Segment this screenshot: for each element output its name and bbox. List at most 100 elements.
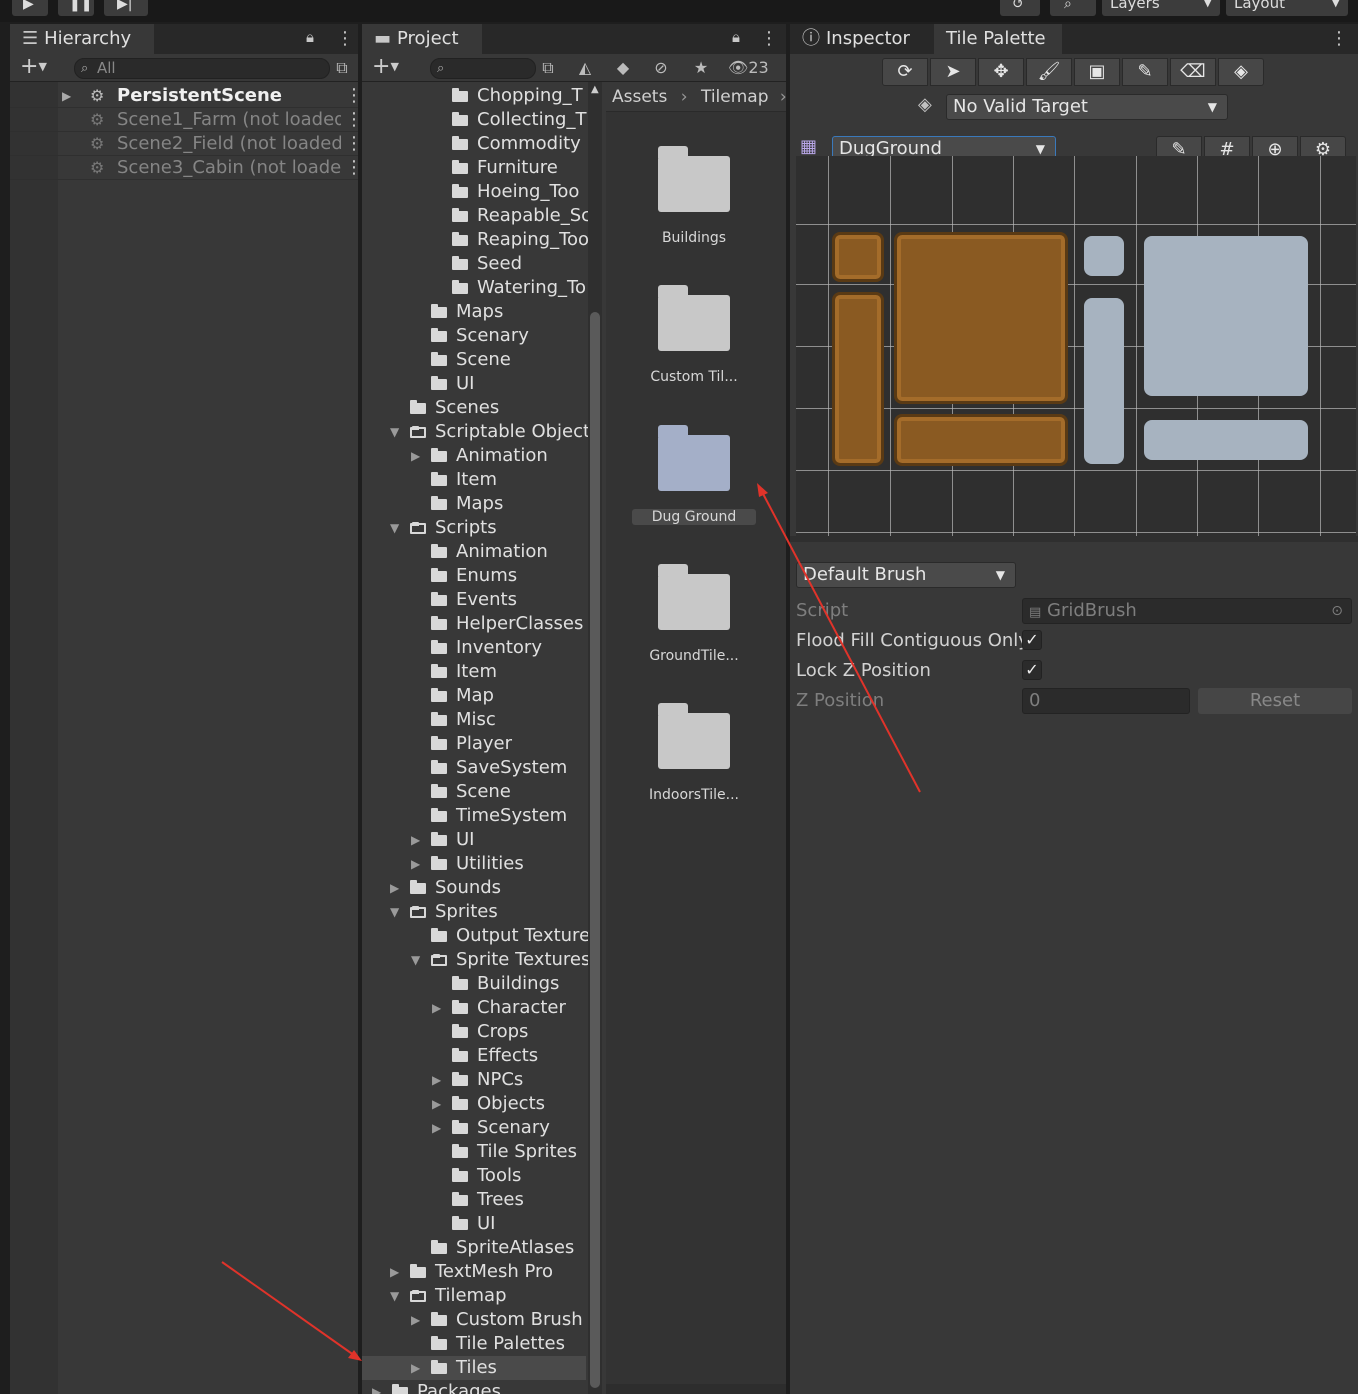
tree-folder-row[interactable]: Inventory: [362, 636, 586, 660]
expand-arrow-icon[interactable]: ▶: [411, 444, 420, 468]
collapse-arrow-icon[interactable]: ▼: [390, 900, 399, 924]
z-position-field[interactable]: 0: [1022, 688, 1190, 714]
grid-folder-item[interactable]: GroundTile...: [632, 564, 754, 686]
grid-folder-item[interactable]: IndoorsTile...: [632, 703, 754, 825]
expand-arrow-icon[interactable]: ▶: [411, 1308, 420, 1332]
collapse-arrow-icon[interactable]: ▼: [390, 516, 399, 540]
hidden-packages-toggle[interactable]: 👁︎23: [728, 56, 778, 80]
tree-folder-row[interactable]: ▶ Tiles: [362, 1356, 586, 1380]
tree-folder-row[interactable]: Scene: [362, 348, 586, 372]
grid-folder-item[interactable]: Custom Til...: [632, 285, 754, 407]
tree-folder-row[interactable]: ▶ Utilities: [362, 852, 586, 876]
tree-scrollbar-thumb[interactable]: [590, 312, 600, 1388]
dug-ground-tile[interactable]: [832, 232, 884, 282]
tree-folder-row[interactable]: ▶ Character: [362, 996, 586, 1020]
rotate-icon[interactable]: ⟳: [882, 58, 928, 86]
active-target-dropdown[interactable]: No Valid Target ▼: [946, 94, 1228, 120]
expand-arrow-icon[interactable]: ▶: [411, 1356, 420, 1380]
scene-row[interactable]: ▶ ⚙ PersistentScene ⋮: [10, 84, 363, 108]
tree-folder-row[interactable]: Tile Palettes: [362, 1332, 586, 1356]
tab-tile-palette[interactable]: Tile Palette: [934, 24, 1062, 54]
watered-ground-tile[interactable]: [1144, 420, 1308, 460]
lock-icon[interactable]: 🔒︎: [306, 28, 314, 46]
tree-folder-row[interactable]: Item: [362, 660, 586, 684]
tree-folder-row[interactable]: HelperClasses: [362, 612, 586, 636]
create-button[interactable]: +▼: [372, 54, 399, 80]
fill-bucket-icon[interactable]: ◈: [1218, 58, 1264, 86]
tree-folder-row[interactable]: Trees: [362, 1188, 586, 1212]
tab-inspector[interactable]: ⓘ Inspector: [790, 24, 932, 54]
filter-by-label-icon[interactable]: ◆: [610, 56, 636, 80]
kebab-menu-icon[interactable]: ⋮: [345, 108, 363, 132]
expand-arrow-icon[interactable]: ▶: [432, 1116, 441, 1140]
object-picker-icon[interactable]: ⊙: [1331, 599, 1343, 623]
tree-folder-row[interactable]: ▶ TextMesh Pro: [362, 1260, 586, 1284]
tree-folder-row[interactable]: Item: [362, 468, 586, 492]
grid-folder-item-selected[interactable]: Dug Ground: [632, 425, 756, 547]
tree-folder-row[interactable]: ▶ NPCs: [362, 1068, 586, 1092]
tab-hierarchy[interactable]: ☰ Hierarchy: [10, 24, 154, 54]
watered-ground-tile[interactable]: [1084, 298, 1124, 464]
tree-folder-row[interactable]: Commodity: [362, 132, 586, 156]
expand-arrow-icon[interactable]: ▶: [432, 1092, 441, 1116]
kebab-menu-icon[interactable]: ⋮: [345, 132, 363, 156]
tree-folder-row[interactable]: Misc: [362, 708, 586, 732]
reset-button[interactable]: Reset: [1198, 688, 1352, 714]
search-button[interactable]: ⌕: [1050, 0, 1096, 16]
kebab-menu-icon[interactable]: ⋮: [760, 28, 778, 49]
scroll-up-icon[interactable]: ▲: [591, 84, 599, 95]
tree-folder-row[interactable]: ▶ Sounds: [362, 876, 586, 900]
tree-folder-row[interactable]: ▼ Scripts: [362, 516, 586, 540]
lock-icon[interactable]: 🔒︎: [732, 28, 740, 46]
expand-arrow-icon[interactable]: ▶: [62, 84, 71, 108]
palette-canvas[interactable]: [796, 156, 1356, 536]
lock-z-checkbox[interactable]: ✓: [1022, 660, 1042, 680]
filter-by-log-icon[interactable]: ⊘: [648, 56, 674, 80]
filter-by-type-icon[interactable]: ◭: [572, 56, 598, 80]
expand-arrow-icon[interactable]: ▶: [411, 828, 420, 852]
tree-folder-row[interactable]: Seed: [362, 252, 586, 276]
dug-ground-tile[interactable]: [894, 232, 1068, 404]
tree-folder-row[interactable]: Effects: [362, 1044, 586, 1068]
create-button[interactable]: +▼: [20, 54, 47, 80]
tree-folder-row[interactable]: ▼ Sprite Textures: [362, 948, 588, 972]
search-window-icon[interactable]: ⧉: [538, 56, 558, 80]
pause-button[interactable]: ❚❚: [58, 0, 94, 16]
breadcrumb-tilemap[interactable]: Tilemap: [701, 87, 769, 107]
scene-visibility-icon[interactable]: ⧉: [332, 56, 352, 80]
tree-folder-row[interactable]: UI: [362, 372, 586, 396]
layout-dropdown[interactable]: Layout ▼: [1226, 0, 1348, 16]
collapse-arrow-icon[interactable]: ▼: [411, 948, 420, 972]
tree-folder-row[interactable]: UI: [362, 1212, 586, 1236]
tree-folder-row[interactable]: SpriteAtlases: [362, 1236, 586, 1260]
expand-arrow-icon[interactable]: ▶: [432, 996, 441, 1020]
tree-folder-row[interactable]: Chopping_T: [362, 84, 586, 108]
grid-folder-item[interactable]: Buildings: [632, 146, 754, 268]
brush-dropdown[interactable]: Default Brush ▼: [796, 562, 1016, 588]
expand-arrow-icon[interactable]: ▶: [390, 1260, 399, 1284]
expand-arrow-icon[interactable]: ▶: [411, 852, 420, 876]
expand-arrow-icon[interactable]: ▶: [390, 876, 399, 900]
expand-arrow-icon[interactable]: ▶: [372, 1380, 381, 1394]
history-button[interactable]: ↺: [1000, 0, 1040, 16]
kebab-menu-icon[interactable]: ⋮: [345, 84, 363, 108]
zoom-slider-bar[interactable]: [606, 1384, 786, 1394]
tree-folder-row[interactable]: Collecting_T: [362, 108, 586, 132]
select-arrow-icon[interactable]: ➤: [930, 58, 976, 86]
watered-ground-tile[interactable]: [1144, 236, 1308, 396]
tab-project[interactable]: ▬ Project: [362, 24, 482, 54]
watered-ground-tile[interactable]: [1084, 236, 1124, 276]
breadcrumb-assets[interactable]: Assets: [612, 87, 667, 107]
brush-icon[interactable]: 🖌︎: [1026, 58, 1072, 86]
picker-icon[interactable]: ✎: [1122, 58, 1168, 86]
tree-folder-row[interactable]: ▶ Custom Brush S: [362, 1308, 588, 1332]
tree-folder-row[interactable]: Maps: [362, 492, 586, 516]
tree-folder-row[interactable]: Animation: [362, 540, 586, 564]
scene-row[interactable]: ⚙ Scene1_Farm (not loaded ⋮: [10, 108, 363, 132]
hierarchy-search-input[interactable]: ⌕ All: [74, 58, 330, 79]
tree-folder-row[interactable]: Buildings: [362, 972, 586, 996]
move-icon[interactable]: ✥: [978, 58, 1024, 86]
dug-ground-tile[interactable]: [894, 414, 1068, 466]
tree-folder-row[interactable]: Scene: [362, 780, 586, 804]
tree-folder-row[interactable]: Watering_To: [362, 276, 586, 300]
